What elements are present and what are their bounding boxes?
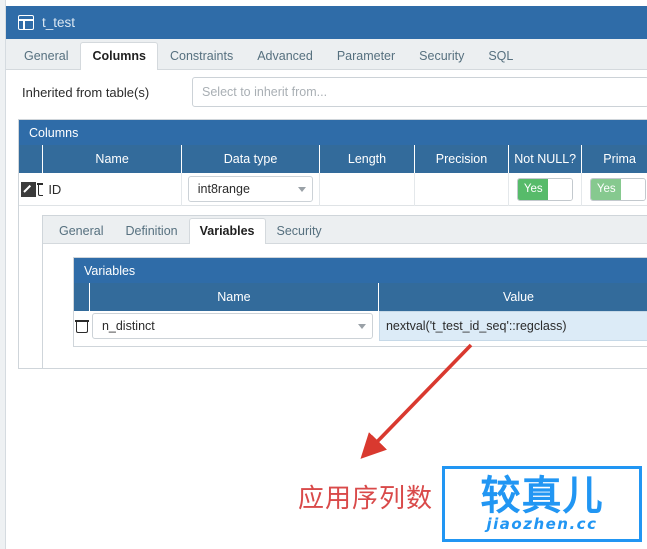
cell-precision[interactable] xyxy=(415,172,510,206)
inherited-from-label: Inherited from table(s) xyxy=(22,84,150,100)
not-null-toggle[interactable]: Yes xyxy=(517,177,574,201)
cell-length[interactable] xyxy=(320,172,415,206)
cell-primary-key[interactable]: Yes xyxy=(582,173,647,206)
data-type-select[interactable]: int8range xyxy=(187,176,314,202)
dialog-title: t_test xyxy=(42,15,76,30)
column-header-actions xyxy=(19,145,44,173)
tab-parameter[interactable]: Parameter xyxy=(325,42,407,70)
tab-security[interactable]: Security xyxy=(407,42,476,70)
chevron-down-icon xyxy=(357,323,366,329)
not-null-toggle-on-label: Yes xyxy=(518,178,549,200)
variables-grid-header: Name Value xyxy=(74,283,647,311)
columns-panel-title: Columns xyxy=(19,120,647,145)
detail-tab-general[interactable]: General xyxy=(48,218,114,244)
columns-grid-header: Name Data type Length Precision Not NULL… xyxy=(19,145,647,173)
table-row[interactable]: ID int8range Yes Yes xyxy=(19,172,647,206)
list-item[interactable]: n_distinct nextval('t_test_id_seq'::regc… xyxy=(74,311,647,341)
detail-tab-variables[interactable]: Variables xyxy=(188,218,266,244)
variable-row-actions xyxy=(74,311,90,341)
primary-key-toggle-on-label: Yes xyxy=(591,178,622,200)
dialog-title-bar: t_test xyxy=(6,6,647,39)
inherited-from-row: Inherited from table(s) Select to inheri… xyxy=(6,70,647,114)
variables-panel-title: Variables xyxy=(74,258,647,283)
not-null-toggle-off xyxy=(548,178,573,200)
tab-advanced[interactable]: Advanced xyxy=(245,42,325,70)
trash-icon[interactable] xyxy=(37,182,44,196)
cell-column-name[interactable]: ID xyxy=(43,172,182,206)
data-type-value: int8range xyxy=(197,182,250,196)
variable-name-value: n_distinct xyxy=(101,319,155,333)
cell-variable-name[interactable]: n_distinct xyxy=(90,311,379,341)
watermark-sub-text: jiaozhen.cc xyxy=(486,514,598,533)
column-header-not-null[interactable]: Not NULL? xyxy=(509,145,583,173)
table-properties-dialog: t_test General Columns Constraints Advan… xyxy=(0,0,647,549)
variables-header-actions xyxy=(74,283,90,311)
tab-sql[interactable]: SQL xyxy=(476,42,525,70)
cell-not-null[interactable]: Yes xyxy=(509,172,583,206)
column-detail-panel: General Definition Variables Security Va… xyxy=(42,215,647,369)
detail-tab-strip: General Definition Variables Security xyxy=(43,216,647,244)
trash-icon[interactable] xyxy=(75,319,89,333)
primary-key-toggle[interactable]: Yes xyxy=(590,177,647,201)
column-header-length[interactable]: Length xyxy=(320,145,415,173)
column-header-precision[interactable]: Precision xyxy=(415,145,510,173)
cell-variable-value[interactable]: nextval('t_test_id_seq'::regclass) xyxy=(378,311,647,341)
column-header-data-type[interactable]: Data type xyxy=(182,145,321,173)
column-header-name[interactable]: Name xyxy=(43,145,182,173)
edit-pencil-icon[interactable] xyxy=(21,181,36,197)
variable-name-select[interactable]: n_distinct xyxy=(91,313,373,339)
inherited-from-select[interactable]: Select to inherit from... xyxy=(192,77,647,107)
watermark: 较真儿 jiaozhen.cc xyxy=(442,466,642,542)
detail-tab-definition[interactable]: Definition xyxy=(114,218,188,244)
watermark-main-text: 较真儿 xyxy=(480,472,604,519)
tab-general[interactable]: General xyxy=(12,42,80,70)
chevron-down-icon xyxy=(298,186,307,192)
annotation-label: 应用序列数 xyxy=(298,484,434,514)
table-icon xyxy=(18,15,34,30)
variables-header-name[interactable]: Name xyxy=(90,283,379,311)
tab-columns[interactable]: Columns xyxy=(80,42,158,70)
variables-header-value[interactable]: Value xyxy=(379,283,647,311)
variables-panel: Variables Name Value n_distinct nextval(… xyxy=(73,257,647,347)
cell-data-type[interactable]: int8range xyxy=(182,172,321,206)
primary-key-toggle-off xyxy=(621,178,646,200)
column-header-primary-key[interactable]: Prima xyxy=(582,145,647,173)
tab-constraints[interactable]: Constraints xyxy=(158,42,245,70)
detail-tab-security[interactable]: Security xyxy=(266,218,333,244)
main-tab-strip: General Columns Constraints Advanced Par… xyxy=(6,39,647,70)
row-actions-cell xyxy=(19,173,44,206)
